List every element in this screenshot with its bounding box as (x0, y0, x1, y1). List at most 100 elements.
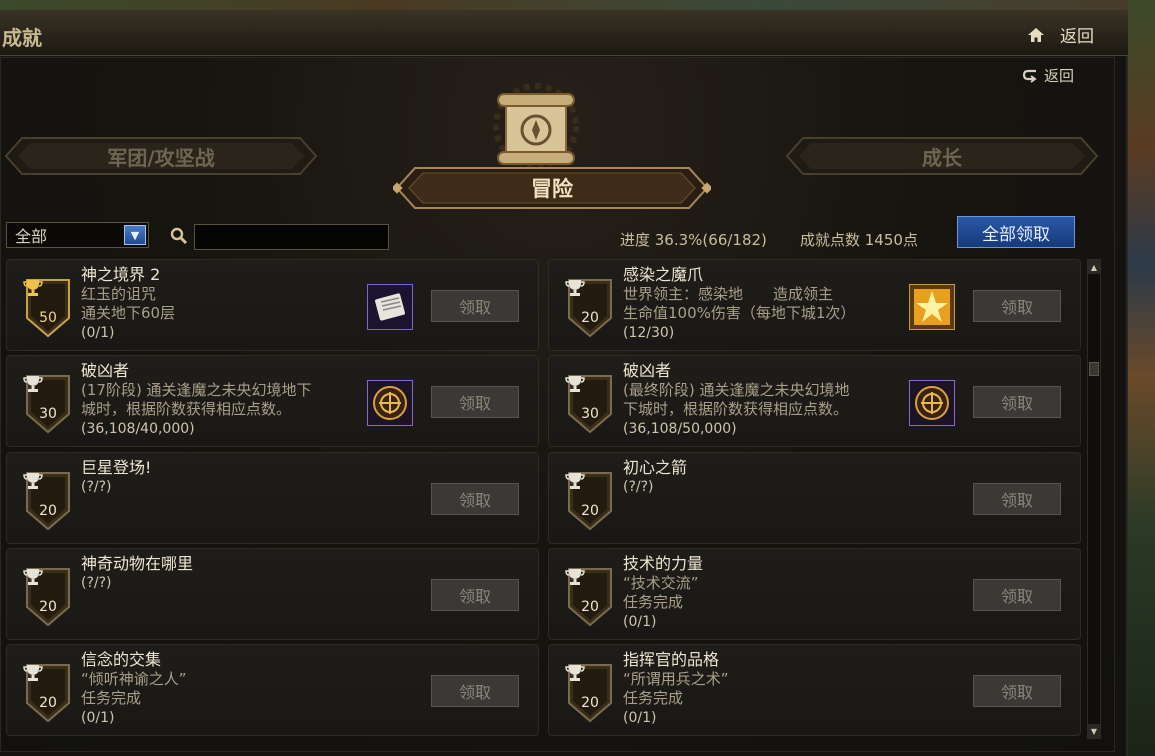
claim-all-button[interactable]: 全部领取 (957, 216, 1075, 248)
achievement-card: 30 破凶者 (17阶段) 通关逢魔之未央幻境地下 城时，根据阶数获得相应点数。 … (6, 355, 539, 447)
achievement-progress: (0/1) (81, 324, 115, 341)
achievement-text: 巨星登场! (?/?) (81, 458, 351, 497)
trophy-icon (23, 280, 43, 296)
claim-button[interactable]: 领取 (431, 483, 519, 515)
achievement-badge: 20 (565, 663, 615, 723)
title-bar (0, 10, 1128, 56)
return-arrow-icon (1022, 69, 1037, 83)
achievement-progress: (0/1) (623, 709, 657, 726)
scrollbar[interactable]: ▲ ▼ (1087, 259, 1101, 739)
scroll-down-icon[interactable]: ▼ (1088, 724, 1100, 738)
achievement-text: 感染之魔爪 世界领主：感染地 造成领主 生命值100%伤害（每地下城1次） (12… (623, 265, 893, 343)
claim-button[interactable]: 领取 (431, 675, 519, 707)
achievement-badge: 20 (565, 567, 615, 627)
reward-item[interactable] (909, 284, 955, 330)
claim-button[interactable]: 领取 (431, 579, 519, 611)
tab-growth[interactable]: 成长 (785, 136, 1099, 176)
emblem-icon (373, 386, 407, 420)
emblem-icon (915, 386, 949, 420)
reward-item[interactable] (909, 380, 955, 426)
achievement-points-value: 20 (581, 599, 599, 615)
tab-legion[interactable]: 军团/攻坚战 (4, 136, 318, 176)
achievement-card: 50 神之境界 2 红玉的诅咒 通关地下60层 (0/1) 领取 (6, 259, 539, 351)
trophy-icon (23, 473, 43, 489)
claim-button[interactable]: 领取 (431, 290, 519, 322)
achievement-name: 巨星登场! (81, 458, 152, 477)
achievement-description: 通关地下60层 (81, 304, 176, 322)
tab-growth-label: 成长 (922, 145, 962, 170)
achievement-card: 20 感染之魔爪 世界领主：感染地 造成领主 生命值100%伤害（每地下城1次） … (548, 259, 1081, 351)
achievement-text: 破凶者 (最终阶段) 通关逢魔之未央幻境地 下城时，根据阶数获得相应点数。 (36… (623, 361, 893, 439)
achievement-badge: 20 (23, 567, 73, 627)
game-background-top (0, 0, 1155, 10)
achievement-description: 下城时，根据阶数获得相应点数。 (623, 400, 849, 418)
achievement-text: 神奇动物在哪里 (?/?) (81, 554, 351, 593)
achievement-points-value: 20 (581, 695, 599, 711)
achievement-description: 任务完成 (81, 689, 142, 707)
search-icon[interactable] (170, 227, 188, 245)
search-input[interactable] (194, 224, 389, 250)
achievement-description: “倾听神谕之人” (81, 669, 187, 688)
achievement-badge: 20 (23, 663, 73, 723)
achievement-points-value: 20 (581, 503, 599, 519)
home-icon (1028, 27, 1044, 42)
home-return-label: 返回 (1060, 27, 1094, 47)
claim-button[interactable]: 领取 (431, 386, 519, 418)
trophy-icon (565, 473, 585, 489)
achievement-description: 世界领主：感染地 造成领主 (623, 284, 834, 303)
claim-button[interactable]: 领取 (973, 579, 1061, 611)
achievement-text: 指挥官的品格 “所谓用兵之术” 任务完成 (0/1) (623, 650, 893, 728)
achievement-points-value: 20 (39, 599, 57, 615)
trophy-icon (23, 665, 43, 681)
achievement-progress: (0/1) (81, 709, 115, 726)
achievement-description: “技术交流” (623, 573, 699, 592)
achievement-progress: (0/1) (623, 613, 657, 630)
trophy-icon (565, 569, 585, 585)
achievement-description: 任务完成 (623, 689, 684, 707)
achievement-description: 红玉的诅咒 (81, 284, 157, 303)
category-select-value: 全部 (15, 227, 48, 246)
claim-button[interactable]: 领取 (973, 290, 1061, 322)
chevron-down-icon[interactable]: ▼ (124, 225, 146, 245)
achievement-name: 感染之魔爪 (623, 265, 704, 284)
achievement-badge: 50 (23, 278, 73, 338)
claim-button[interactable]: 领取 (973, 675, 1061, 707)
achievement-description: 生命值100%伤害（每地下城1次） (623, 304, 856, 322)
achievement-description: (17阶段) 通关逢魔之未央幻境地下 (81, 380, 312, 399)
scroll-thumb[interactable] (1089, 362, 1099, 376)
home-return-button[interactable]: 返回 (1026, 22, 1094, 47)
back-button[interactable]: 返回 (1022, 65, 1074, 86)
achievement-card: 20 信念的交集 “倾听神谕之人” 任务完成 (0/1) 领取 (6, 644, 539, 736)
achievement-name: 神奇动物在哪里 (81, 554, 194, 573)
reward-item[interactable] (367, 380, 413, 426)
achievement-card: 20 巨星登场! (?/?) 领取 (6, 452, 539, 544)
trophy-icon (565, 280, 585, 296)
achievement-name: 信念的交集 (81, 650, 162, 669)
trophy-icon (565, 665, 585, 681)
scroll-up-icon[interactable]: ▲ (1088, 260, 1100, 274)
achievement-points-value: 30 (581, 406, 599, 422)
achievement-card: 30 破凶者 (最终阶段) 通关逢魔之未央幻境地 下城时，根据阶数获得相应点数。 … (548, 355, 1081, 447)
achievement-text: 初心之箭 (?/?) (623, 458, 893, 497)
achievement-list: 50 神之境界 2 红玉的诅咒 通关地下60层 (0/1) 领取 20 感染之魔… (6, 259, 1082, 739)
achievement-points-value: 20 (39, 503, 57, 519)
tab-adventure[interactable]: 冒险 (393, 162, 711, 214)
achievement-progress: (?/?) (81, 574, 112, 591)
achievement-text: 神之境界 2 红玉的诅咒 通关地下60层 (0/1) (81, 265, 351, 343)
achievement-description: 城时，根据阶数获得相应点数。 (81, 400, 292, 418)
achievement-card: 20 技术的力量 “技术交流” 任务完成 (0/1) 领取 (548, 548, 1081, 640)
category-select[interactable]: 全部 ▼ (6, 222, 149, 248)
achievement-badge: 20 (565, 278, 615, 338)
achievement-points-value: 20 (39, 695, 57, 711)
trophy-icon (23, 569, 43, 585)
tab-legion-label: 军团/攻坚战 (107, 145, 215, 170)
achievement-badge: 20 (23, 471, 73, 531)
achievement-name: 破凶者 (623, 361, 672, 380)
tab-adventure-label: 冒险 (531, 176, 573, 201)
claim-button[interactable]: 领取 (973, 483, 1061, 515)
achievement-card: 20 指挥官的品格 “所谓用兵之术” 任务完成 (0/1) 领取 (548, 644, 1081, 736)
reward-item[interactable] (367, 284, 413, 330)
achievement-points: 成就点数 1450点 (800, 231, 918, 249)
claim-button[interactable]: 领取 (973, 386, 1061, 418)
achievement-text: 技术的力量 “技术交流” 任务完成 (0/1) (623, 554, 893, 632)
